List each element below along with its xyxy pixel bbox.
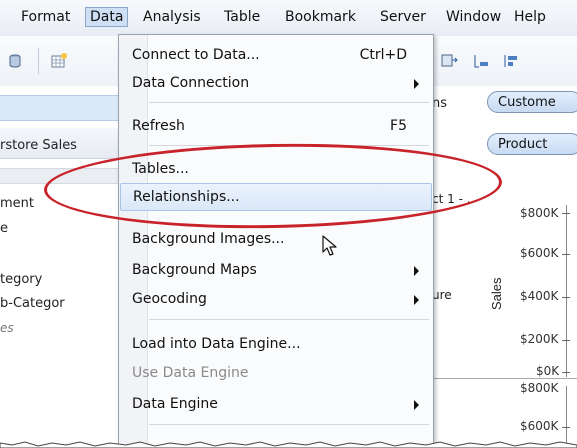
submenu-arrow-icon [414,79,419,89]
data-menu: Connect to Data... Ctrl+D Data Connectio… [118,34,434,448]
shelf-label-columns: ns [432,96,448,111]
pill-customer-label: Custome [498,95,556,110]
tick-mark [562,297,570,298]
axis-line [566,205,567,377]
pane-divider [430,378,577,379]
tick-mark [562,213,570,214]
menu-item-label: Connect to Data... [132,47,260,63]
axis-line-2 [566,386,567,446]
sort-descending-icon[interactable] [502,52,520,70]
menu-item-data-engine[interactable]: Data Engine [119,390,433,418]
menu-window[interactable]: Window [446,9,501,25]
menu-help[interactable]: Help [514,9,546,25]
submenu-arrow-icon [414,400,419,410]
field-category[interactable]: tegory [0,272,42,287]
app-window: Format Data Analysis Table Bookmark Serv… [0,0,577,448]
worksheet-tab-label: rstore Sales [0,138,77,153]
menu-item-label: Background Images... [132,231,285,247]
field-segment[interactable]: ment [0,196,34,211]
data-source-icon[interactable] [4,52,22,70]
menu-separator [149,102,429,103]
menu-bookmark[interactable]: Bookmark [285,9,356,25]
axis-title: Sales [489,277,504,310]
submenu-arrow-icon [414,266,419,276]
swap-icon[interactable] [440,52,458,70]
menu-data[interactable]: Data [85,7,129,27]
tick-mark [562,427,570,428]
menu-item-load-into-data-engine[interactable]: Load into Data Engine... [119,330,433,358]
tick-mark [562,340,570,341]
menu-item-shortcut: F5 [390,118,407,134]
menu-item-label: Data Connection [132,75,250,91]
menu-item-shortcut: Ctrl+D [359,47,407,63]
toolbar-divider [38,48,39,74]
tick-mark [562,254,570,255]
menu-item-data-connection[interactable]: Data Connection [119,69,433,97]
menu-separator [149,424,429,425]
submenu-arrow-icon [414,295,419,305]
tick-label-800k-2: $800K [520,381,559,395]
axis-title-text: Sales [489,277,504,310]
field-sub-category[interactable]: b-Categor [0,296,65,311]
menu-item-use-data-engine: Use Data Engine [119,359,433,387]
menu-server[interactable]: Server [380,9,426,25]
row-label-ure: ure [432,288,452,302]
pill-product[interactable]: Product [487,133,577,155]
new-worksheet-icon[interactable] [50,52,68,70]
menu-format[interactable]: Format [21,9,70,25]
pill-product-label: Product [498,137,548,152]
menu-item-connect-to-data[interactable]: Connect to Data... Ctrl+D [119,41,433,69]
left-pane-header [0,95,120,121]
pill-customer[interactable]: Custome [487,91,577,113]
tick-label-600k-2: $600K [520,419,559,433]
tick-label-0k: $0K [536,364,560,378]
menu-table[interactable]: Table [224,9,260,25]
sort-ascending-icon[interactable] [472,52,490,70]
tick-label-600k: $600K [520,246,559,260]
menu-item-background-images[interactable]: Background Images... [119,225,433,253]
menu-item-background-maps[interactable]: Background Maps [119,256,433,284]
menu-item-label: Refresh [132,118,185,134]
menu-item-refresh[interactable]: Refresh F5 [119,112,433,140]
mouse-cursor-icon [322,235,337,256]
menu-bar: Format Data Analysis Table Bookmark Serv… [0,0,577,37]
menu-analysis[interactable]: Analysis [143,9,201,25]
torn-edge [0,441,577,448]
menu-item-geocoding[interactable]: Geocoding [119,285,433,313]
menu-separator [149,319,429,320]
menu-item-label: Use Data Engine [132,365,249,381]
menu-item-label: Load into Data Engine... [132,336,301,352]
tick-label-200k: $200K [520,332,559,346]
tick-mark [562,372,570,373]
menu-item-label: Data Engine [132,396,218,412]
menu-item-label: Geocoding [132,291,207,307]
tick-label-400k: $400K [520,289,559,303]
field-e[interactable]: e [0,221,8,236]
menu-item-label: Background Maps [132,262,257,278]
field-measures: es [0,321,14,335]
tick-label-800k: $800K [520,206,559,220]
